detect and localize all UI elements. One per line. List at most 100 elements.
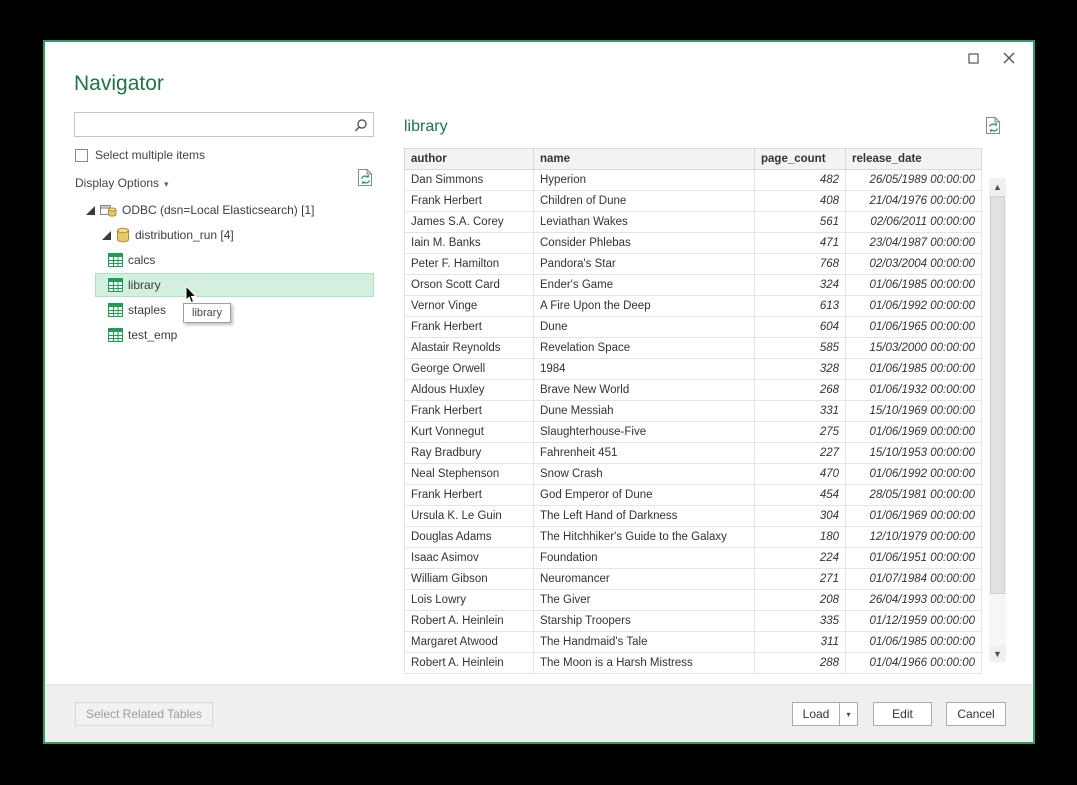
table-row: Iain M. BanksConsider Phlebas47123/04/19… [405,233,982,254]
table-cell: George Orwell [405,359,534,380]
tree-item-staples[interactable]: staples [108,300,166,320]
tree-item-calcs[interactable]: calcs [108,250,155,270]
load-dropdown-button[interactable]: ▾ [840,702,858,726]
load-split-button: Load ▾ [792,702,858,726]
select-multiple-checkbox[interactable] [75,149,88,162]
table-cell: 454 [755,485,846,506]
table-cell: Lois Lowry [405,590,534,611]
table-cell: Isaac Asimov [405,548,534,569]
tree-item-label: ODBC (dsn=Local Elasticsearch) [1] [122,203,314,217]
display-options-dropdown[interactable]: Display Options▾ [75,176,169,190]
table-row: Douglas AdamsThe Hitchhiker's Guide to t… [405,527,982,548]
table-row: Kurt VonnegutSlaughterhouse-Five27501/06… [405,422,982,443]
tree-item-test-emp[interactable]: test_emp [108,325,177,345]
table-cell: Dune [534,317,755,338]
table-row: Isaac AsimovFoundation22401/06/1951 00:0… [405,548,982,569]
table-row: Frank HerbertGod Emperor of Dune45428/05… [405,485,982,506]
table-cell: 01/06/1985 00:00:00 [846,275,982,296]
table-icon [108,278,123,292]
load-button[interactable]: Load [792,702,840,726]
refresh-preview-icon[interactable] [985,116,1002,135]
table-cell: 324 [755,275,846,296]
table-cell: Revelation Space [534,338,755,359]
table-cell: 304 [755,506,846,527]
table-cell: 02/03/2004 00:00:00 [846,254,982,275]
table-cell: Neuromancer [534,569,755,590]
table-cell: Orson Scott Card [405,275,534,296]
table-row: Neal StephensonSnow Crash47001/06/1992 0… [405,464,982,485]
table-row: Ray BradburyFahrenheit 45122715/10/1953 … [405,443,982,464]
table-cell: 01/06/1992 00:00:00 [846,464,982,485]
table-cell: Brave New World [534,380,755,401]
refresh-tree-icon[interactable] [357,168,374,187]
table-cell: Frank Herbert [405,401,534,422]
table-row: Robert A. HeinleinStarship Troopers33501… [405,611,982,632]
table-cell: Slaughterhouse-Five [534,422,755,443]
tree-item-distribution-run[interactable]: distribution_run [4] [101,225,234,245]
select-related-tables-button[interactable]: Select Related Tables [75,702,213,726]
table-cell: 331 [755,401,846,422]
scroll-up-icon[interactable]: ▲ [989,178,1006,195]
expander-icon[interactable] [85,206,95,215]
table-cell: 15/10/1953 00:00:00 [846,443,982,464]
table-cell: Douglas Adams [405,527,534,548]
table-cell: God Emperor of Dune [534,485,755,506]
table-cell: William Gibson [405,569,534,590]
table-cell: 01/07/1984 00:00:00 [846,569,982,590]
table-cell: Frank Herbert [405,191,534,212]
table-cell: Frank Herbert [405,485,534,506]
table-cell: 26/05/1989 00:00:00 [846,170,982,191]
preview-scrollbar[interactable]: ▲ ▼ [989,178,1006,662]
search-input[interactable] [75,113,349,136]
table-cell: 408 [755,191,846,212]
table-cell: Kurt Vonnegut [405,422,534,443]
table-cell: 21/04/1976 00:00:00 [846,191,982,212]
select-multiple-label: Select multiple items [95,148,205,162]
table-cell: 01/06/1951 00:00:00 [846,548,982,569]
tree-item-library[interactable]: library [108,275,161,295]
cancel-button[interactable]: Cancel [946,702,1006,726]
table-row: Dan SimmonsHyperion48226/05/1989 00:00:0… [405,170,982,191]
column-header-release-date: release_date [846,149,982,170]
table-row: Ursula K. Le GuinThe Left Hand of Darkne… [405,506,982,527]
table-cell: 335 [755,611,846,632]
table-cell: Foundation [534,548,755,569]
search-icon[interactable] [349,113,373,136]
screen-background: Navigator Select multiple items Display … [0,0,1077,785]
table-cell: 482 [755,170,846,191]
chevron-down-icon: ▾ [846,710,850,719]
table-cell: 12/10/1979 00:00:00 [846,527,982,548]
table-cell: Peter F. Hamilton [405,254,534,275]
table-cell: 26/04/1993 00:00:00 [846,590,982,611]
expander-icon[interactable] [101,231,111,240]
table-cell: Snow Crash [534,464,755,485]
table-cell: 768 [755,254,846,275]
table-cell: Dan Simmons [405,170,534,191]
table-cell: Robert A. Heinlein [405,611,534,632]
scroll-down-icon[interactable]: ▼ [989,645,1006,662]
table-cell: Hyperion [534,170,755,191]
table-cell: 01/06/1985 00:00:00 [846,632,982,653]
table-icon [108,303,123,317]
edit-button[interactable]: Edit [873,702,932,726]
column-header-name: name [534,149,755,170]
preview-table-header: author name page_count release_date [405,149,982,170]
table-row: George Orwell198432801/06/1985 00:00:00 [405,359,982,380]
table-cell: Vernor Vinge [405,296,534,317]
table-row: Orson Scott CardEnder's Game32401/06/198… [405,275,982,296]
table-cell: Alastair Reynolds [405,338,534,359]
maximize-button[interactable] [961,48,985,70]
table-cell: 208 [755,590,846,611]
table-cell: 01/06/1992 00:00:00 [846,296,982,317]
tree-item-label: library [128,278,161,292]
table-row: Frank HerbertChildren of Dune40821/04/19… [405,191,982,212]
navigator-dialog: Navigator Select multiple items Display … [43,40,1035,744]
table-row: Vernor VingeA Fire Upon the Deep61301/06… [405,296,982,317]
close-button[interactable] [997,48,1021,70]
table-cell: 328 [755,359,846,380]
table-row: Frank HerbertDune Messiah33115/10/1969 0… [405,401,982,422]
tree-item-odbc-root[interactable]: ODBC (dsn=Local Elasticsearch) [1] [85,200,314,220]
table-cell: Leviathan Wakes [534,212,755,233]
scrollbar-thumb[interactable] [990,196,1005,594]
table-cell: 471 [755,233,846,254]
